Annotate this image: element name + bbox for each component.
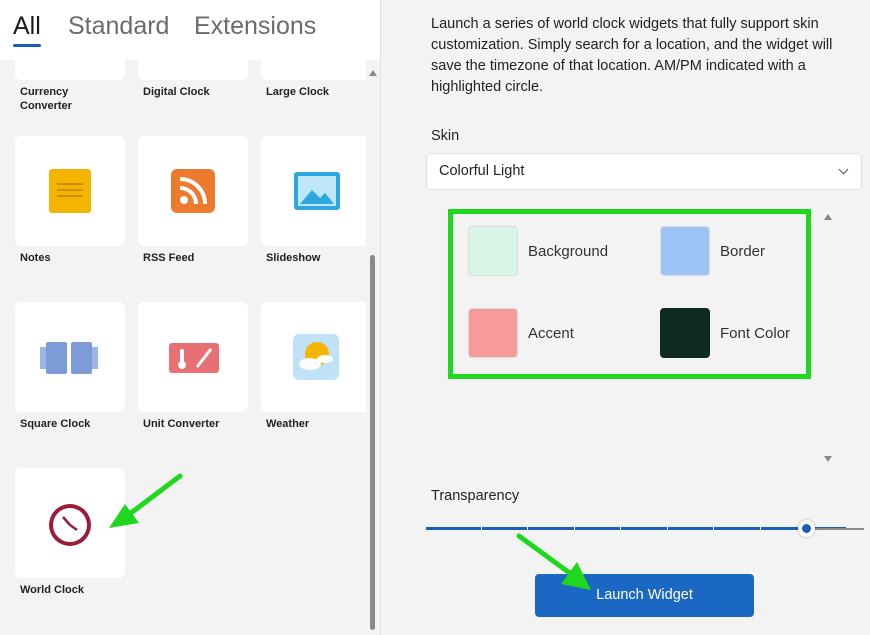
slider-tick	[760, 522, 761, 530]
background-color-swatch[interactable]	[468, 226, 518, 276]
tile-label-weather: Weather	[266, 418, 310, 430]
tab-standard[interactable]: Standard	[68, 12, 169, 41]
font-color-swatch[interactable]	[660, 308, 710, 358]
slider-tick	[527, 522, 528, 530]
widget-tile-slideshow[interactable]	[261, 136, 366, 246]
tab-extensions[interactable]: Extensions	[194, 12, 316, 41]
slider-tick	[481, 522, 482, 530]
transparency-slider-track[interactable]	[814, 528, 864, 530]
notes-icon	[49, 169, 91, 213]
widget-tile-rss-feed[interactable]	[138, 136, 248, 246]
tile-label-currency-converter: Currency Converter	[20, 86, 72, 112]
widget-tile-digital-clock[interactable]	[138, 60, 248, 80]
widget-tile-unit-converter[interactable]	[138, 302, 248, 412]
tile-label-digital-clock: Digital Clock	[143, 86, 210, 98]
transparency-label: Transparency	[431, 488, 520, 504]
widget-tile-world-clock[interactable]	[15, 468, 125, 578]
background-color-label: Background	[528, 243, 609, 260]
square-clock-icon	[40, 342, 98, 374]
accent-color-swatch[interactable]	[468, 308, 518, 358]
skin-dropdown[interactable]: Colorful Light	[426, 153, 862, 190]
tile-label-unit-converter: Unit Converter	[143, 418, 220, 430]
scroll-up-arrow-icon[interactable]	[369, 70, 377, 76]
widget-library-panel: All Standard Extensions Currency Convert…	[0, 0, 380, 635]
scrollbar-thumb[interactable]	[370, 255, 375, 630]
widget-tile-large-clock[interactable]	[261, 60, 366, 80]
weather-icon	[293, 334, 339, 380]
tile-label-slideshow: Slideshow	[266, 252, 321, 264]
skin-label: Skin	[431, 128, 460, 144]
rss-icon	[171, 169, 215, 213]
transparency-slider-thumb[interactable]	[798, 520, 815, 537]
tab-all[interactable]: All	[13, 12, 41, 41]
widget-details-panel: Launch a series of world clock widgets t…	[381, 0, 870, 635]
border-color-label: Border	[720, 243, 766, 260]
widget-tile-weather[interactable]	[261, 302, 366, 412]
skin-list-scrollbar[interactable]	[821, 212, 835, 464]
slider-tick	[667, 522, 668, 530]
widget-description: Launch a series of world clock widgets t…	[431, 16, 833, 95]
scroll-down-arrow-icon[interactable]	[824, 456, 832, 462]
world-clock-icon	[49, 504, 91, 546]
skin-dropdown-value: Colorful Light	[439, 163, 525, 179]
scroll-up-arrow-icon[interactable]	[824, 214, 832, 220]
thermometer-icon	[169, 343, 219, 373]
slider-tick	[713, 522, 714, 530]
skin-colors-highlight: Background Border Accent Font Color	[448, 209, 811, 379]
tile-label-world-clock: World Clock	[20, 584, 84, 596]
font-color-label: Font Color	[720, 325, 791, 342]
tile-label-square-clock: Square Clock	[20, 418, 91, 430]
widget-tile-notes[interactable]	[15, 136, 125, 246]
accent-color-label: Accent	[528, 325, 574, 342]
border-color-swatch[interactable]	[660, 226, 710, 276]
widget-tile-currency-converter[interactable]	[15, 60, 125, 80]
chevron-down-icon	[838, 164, 849, 175]
tile-grid-scrollbar[interactable]	[366, 60, 380, 635]
widget-tile-grid: Currency Converter Digital Clock Large C…	[0, 60, 366, 635]
widget-tile-square-clock[interactable]	[15, 302, 125, 412]
tile-label-large-clock: Large Clock	[266, 86, 329, 98]
transparency-slider-fill[interactable]	[426, 527, 846, 530]
slider-tick	[574, 522, 575, 530]
tile-label-rss-feed: RSS Feed	[143, 252, 195, 264]
active-tab-indicator	[13, 44, 41, 47]
slideshow-icon	[294, 172, 340, 210]
slider-thumb-dot	[802, 524, 811, 533]
slider-tick	[620, 522, 621, 530]
launch-widget-button[interactable]: Launch Widget	[535, 574, 754, 617]
tile-label-notes: Notes	[20, 252, 51, 264]
